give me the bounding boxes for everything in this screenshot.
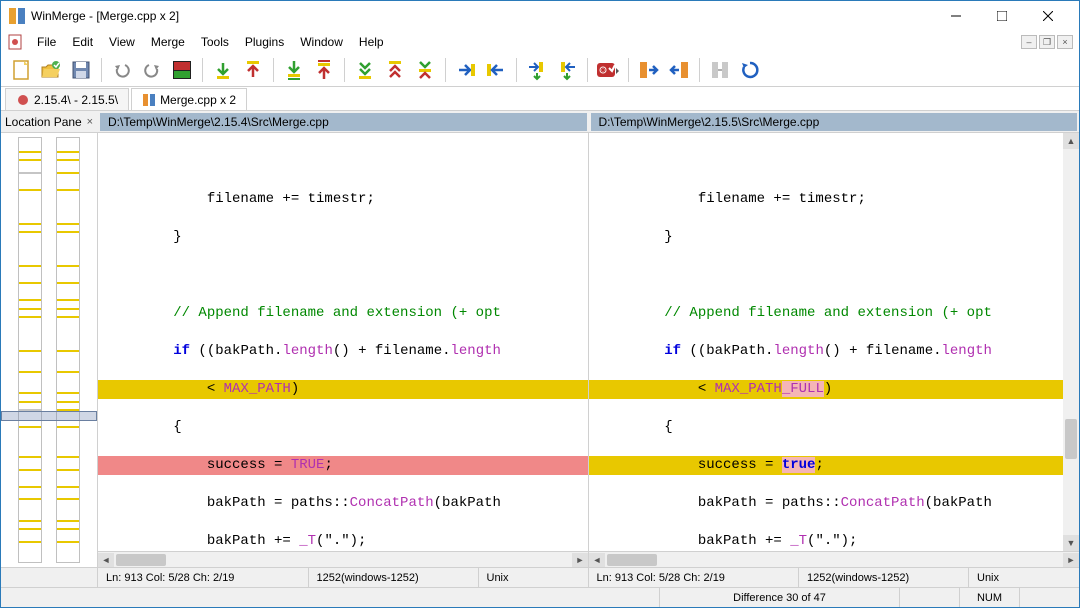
left-editor-pane: filename += timestr; } // Append filenam… <box>98 133 589 567</box>
right-hscrollbar[interactable]: ◄► <box>589 551 1079 567</box>
diff-count: Difference 30 of 47 <box>659 588 899 607</box>
redo-button[interactable] <box>138 56 166 84</box>
all-left-button[interactable] <box>665 56 693 84</box>
open-button[interactable] <box>37 56 65 84</box>
main-area: filename += timestr; } // Append filenam… <box>1 133 1079 567</box>
left-enc: 1252(windows-1252) <box>309 568 479 587</box>
num-indicator: NUM <box>959 588 1019 607</box>
scrl-indicator <box>1019 588 1079 607</box>
location-pane-title: Location Pane × <box>1 115 98 129</box>
location-pane-close[interactable]: × <box>85 116 95 128</box>
pane-header: Location Pane × D:\Temp\WinMerge\2.15.4\… <box>1 111 1079 133</box>
copy-left-advance-button[interactable] <box>553 56 581 84</box>
tab-label: 2.15.4\ - 2.15.5\ <box>34 93 118 107</box>
location-pane[interactable] <box>1 133 98 567</box>
refresh-button[interactable] <box>736 56 764 84</box>
tab-label: Merge.cpp x 2 <box>160 93 236 107</box>
right-pos: Ln: 913 Col: 5/28 Ch: 2/19 <box>589 568 800 587</box>
left-hscrollbar[interactable]: ◄► <box>98 551 588 567</box>
location-indicator[interactable] <box>1 411 97 421</box>
file-diff-icon <box>142 93 156 107</box>
location-bar-left[interactable] <box>18 137 42 563</box>
right-vscrollbar[interactable]: ▲▼ <box>1063 133 1079 551</box>
right-editor-pane: filename += timestr; } // Append filenam… <box>589 133 1079 567</box>
tab-folder-compare[interactable]: 2.15.4\ - 2.15.5\ <box>5 88 129 110</box>
menu-file[interactable]: File <box>29 33 64 51</box>
right-file-path[interactable]: D:\Temp\WinMerge\2.15.5\Src\Merge.cpp <box>591 113 1078 131</box>
tab-merge-cpp[interactable]: Merge.cpp x 2 <box>131 88 247 110</box>
next-diff-alt-button[interactable] <box>280 56 308 84</box>
record-button[interactable] <box>168 56 196 84</box>
auto-merge-button[interactable] <box>706 56 734 84</box>
toolbar <box>1 53 1079 87</box>
right-eol: Unix <box>969 568 1079 587</box>
statusbar-top: Ln: 913 Col: 5/28 Ch: 2/19 1252(windows-… <box>1 567 1079 587</box>
next-diff-button[interactable] <box>209 56 237 84</box>
close-button[interactable] <box>1025 1 1071 31</box>
folder-diff-icon <box>16 93 30 107</box>
titlebar: WinMerge - [Merge.cpp x 2] <box>1 1 1079 31</box>
last-diff-button[interactable] <box>351 56 379 84</box>
prev-diff-alt-button[interactable] <box>310 56 338 84</box>
right-code-view[interactable]: filename += timestr; } // Append filenam… <box>589 133 1063 551</box>
all-right-button[interactable] <box>635 56 663 84</box>
minimize-button[interactable] <box>933 1 979 31</box>
mdi-close-button[interactable]: × <box>1057 35 1073 49</box>
mdi-restore-button[interactable]: ❐ <box>1039 35 1055 49</box>
mdi-doc-icon <box>7 34 23 50</box>
window-title: WinMerge - [Merge.cpp x 2] <box>31 9 933 23</box>
menu-merge[interactable]: Merge <box>143 33 193 51</box>
mdi-minimize-button[interactable]: ‒ <box>1021 35 1037 49</box>
menu-view[interactable]: View <box>101 33 143 51</box>
menu-window[interactable]: Window <box>292 33 351 51</box>
right-enc: 1252(windows-1252) <box>799 568 969 587</box>
first-diff-button[interactable] <box>381 56 409 84</box>
copy-right-advance-button[interactable] <box>523 56 551 84</box>
copy-right-button[interactable] <box>452 56 480 84</box>
left-eol: Unix <box>479 568 589 587</box>
menu-tools[interactable]: Tools <box>193 33 237 51</box>
left-code-view[interactable]: filename += timestr; } // Append filenam… <box>98 133 588 551</box>
caps-indicator <box>899 588 959 607</box>
prev-diff-button[interactable] <box>239 56 267 84</box>
document-tabs: 2.15.4\ - 2.15.5\ Merge.cpp x 2 <box>1 87 1079 111</box>
undo-button[interactable] <box>108 56 136 84</box>
menu-plugins[interactable]: Plugins <box>237 33 292 51</box>
new-button[interactable] <box>7 56 35 84</box>
maximize-button[interactable] <box>979 1 1025 31</box>
left-file-path[interactable]: D:\Temp\WinMerge\2.15.4\Src\Merge.cpp <box>100 113 587 131</box>
copy-left-button[interactable] <box>482 56 510 84</box>
location-bar-right[interactable] <box>56 137 80 563</box>
current-diff-button[interactable] <box>411 56 439 84</box>
left-pos: Ln: 913 Col: 5/28 Ch: 2/19 <box>98 568 309 587</box>
statusbar-bottom: Difference 30 of 47 NUM <box>1 587 1079 607</box>
menu-help[interactable]: Help <box>351 33 392 51</box>
menu-edit[interactable]: Edit <box>64 33 101 51</box>
app-icon <box>9 8 25 24</box>
menubar: File Edit View Merge Tools Plugins Windo… <box>1 31 1079 53</box>
options-button[interactable] <box>594 56 622 84</box>
save-button[interactable] <box>67 56 95 84</box>
